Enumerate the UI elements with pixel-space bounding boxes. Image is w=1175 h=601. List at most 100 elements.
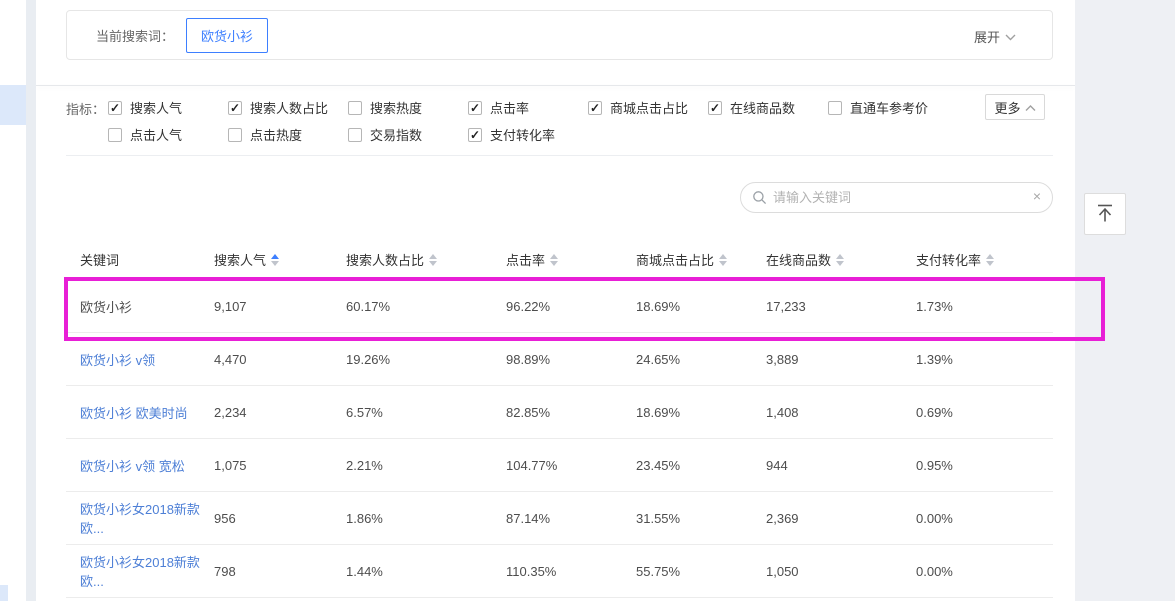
current-search-label: 当前搜索词： [96,26,174,45]
value-cell: 1.73% [902,299,1053,314]
checkbox-icon[interactable]: ✓ [708,101,722,115]
keywords-table: 关键词 搜索人气搜索人数占比点击率商城点击占比在线商品数 支付转化率 欧货小衫9,1… [66,240,1053,598]
value-cell: 0.95% [902,458,1053,473]
checkbox-icon[interactable]: ✓ [588,101,602,115]
metrics-panel: 指标： ✓搜索人气✓搜索人数占比搜索热度✓点击率✓商城点击占比✓在线商品数直通车… [66,94,1053,148]
value-cell: 23.45% [622,458,752,473]
more-button[interactable]: 更多 [985,94,1045,120]
sort-asc-triangle [271,254,279,259]
sort-asc-triangle [550,254,558,259]
table-header-cell[interactable]: 支付转化率 [902,250,1053,269]
value-cell: 104.77% [492,458,622,473]
sort-desc-triangle [836,261,844,266]
metric-checkbox-label: 商城点击占比 [610,98,688,117]
sort-icon[interactable] [271,254,279,266]
value-cell: 18.69% [622,405,752,420]
metric-checkbox-item[interactable]: 交易指数 [348,125,468,144]
table-row: 欧货小衫 v领 宽松1,0752.21%104.77%23.45%9440.95… [66,439,1053,492]
metric-checkbox-item[interactable]: ✓ 搜索人数占比 [228,98,348,117]
value-cell: 18.69% [622,299,752,314]
keyword-cell[interactable]: 欧货小衫 欧美时尚 [66,403,200,422]
table-header-cell[interactable]: 在线商品数 [752,250,902,269]
value-cell: 798 [200,564,332,579]
value-cell: 2,234 [200,405,332,420]
value-cell: 0.00% [902,564,1053,579]
table-header-cell[interactable]: 点击率 [492,250,622,269]
value-cell: 0.69% [902,405,1053,420]
metric-checkbox-item[interactable]: 搜索热度 [348,98,468,117]
metrics-divider [66,155,1053,156]
more-label: 更多 [994,98,1020,117]
sort-desc-triangle [271,261,279,266]
section-divider-shadow [36,85,1075,86]
value-cell: 19.26% [332,352,492,367]
sort-desc-triangle [550,261,558,266]
table-header-cell[interactable]: 搜索人数占比 [332,250,492,269]
metric-checkbox-label: 在线商品数 [730,98,795,117]
metric-checkbox-item[interactable]: 直通车参考价 [828,98,948,117]
sort-icon[interactable] [429,254,437,266]
value-cell: 31.55% [622,511,752,526]
value-cell: 2.21% [332,458,492,473]
keyword-cell[interactable]: 欧货小衫 v领 宽松 [66,456,200,475]
metric-checkbox-label: 搜索人气 [130,98,182,117]
keyword-cell[interactable]: 欧货小衫女2018新款欧... [66,552,200,590]
metric-checkbox-label: 支付转化率 [490,125,555,144]
keyword-cell: 欧货小衫 [66,297,200,316]
column-label: 支付转化率 [916,250,981,269]
sort-icon[interactable] [836,254,844,266]
clear-icon[interactable]: × [1033,188,1041,204]
search-term-chip[interactable]: 欧货小衫 [186,18,268,53]
search-input[interactable] [740,182,1053,213]
table-row: 欧货小衫 欧美时尚2,2346.57%82.85%18.69%1,4080.69… [66,386,1053,439]
metric-checkbox-item[interactable]: ✓ 商城点击占比 [588,98,708,117]
value-cell: 60.17% [332,299,492,314]
value-cell: 9,107 [200,299,332,314]
metric-checkbox-item[interactable]: 点击热度 [228,125,348,144]
metric-checkbox-label: 点击热度 [250,125,302,144]
checkbox-icon[interactable]: ✓ [468,128,482,142]
table-header-cell[interactable]: 搜索人气 [200,250,332,269]
sort-icon[interactable] [550,254,558,266]
table-row: 欧货小衫女2018新款欧...7981.44%110.35%55.75%1,05… [66,545,1053,598]
metric-checkbox-item[interactable]: ✓ 在线商品数 [708,98,828,117]
metric-checkbox-label: 交易指数 [370,125,422,144]
value-cell: 956 [200,511,332,526]
sort-asc-triangle [836,254,844,259]
value-cell: 1.39% [902,352,1053,367]
keyword-cell[interactable]: 欧货小衫 v领 [66,350,200,369]
checkbox-icon[interactable] [348,101,362,115]
value-cell: 1,075 [200,458,332,473]
column-label: 关键词 [80,250,119,269]
page-background-gutter [1075,0,1175,601]
expand-button[interactable]: 展开 [974,11,1016,61]
sort-icon[interactable] [986,254,994,266]
metric-checkbox-item[interactable]: ✓ 支付转化率 [468,125,588,144]
sort-asc-triangle [429,254,437,259]
checkbox-icon[interactable]: ✓ [108,101,122,115]
table-header-cell[interactable]: 商城点击占比 [622,250,752,269]
column-label: 在线商品数 [766,250,831,269]
main-panel: 当前搜索词： 欧货小衫 展开 指标： ✓搜索人气✓搜索人数占比搜索热度✓点击率✓… [36,0,1075,601]
back-to-top-button[interactable] [1084,193,1126,235]
sort-desc-triangle [719,261,727,266]
checkbox-icon[interactable]: ✓ [468,101,482,115]
back-to-top-icon [1093,201,1117,228]
metric-checkbox-item[interactable]: ✓ 点击率 [468,98,588,117]
keyword-cell[interactable]: 欧货小衫女2018新款欧... [66,499,200,537]
checkbox-icon[interactable] [348,128,362,142]
sort-icon[interactable] [719,254,727,266]
sort-asc-triangle [986,254,994,259]
metric-checkbox-item[interactable]: ✓ 搜索人气 [108,98,228,117]
metric-checkbox-label: 搜索人数占比 [250,98,328,117]
checkbox-icon[interactable] [108,128,122,142]
metric-checkbox-label: 点击率 [490,98,529,117]
checkbox-icon[interactable]: ✓ [228,101,242,115]
metric-checkbox-label: 点击人气 [130,125,182,144]
table-row: 欧货小衫女2018新款欧...9561.86%87.14%31.55%2,369… [66,492,1053,545]
checkbox-icon[interactable] [228,128,242,142]
checkbox-icon[interactable] [828,101,842,115]
metric-checkbox-item[interactable]: 点击人气 [108,125,228,144]
value-cell: 24.65% [622,352,752,367]
metric-checkbox-label: 直通车参考价 [850,98,928,117]
